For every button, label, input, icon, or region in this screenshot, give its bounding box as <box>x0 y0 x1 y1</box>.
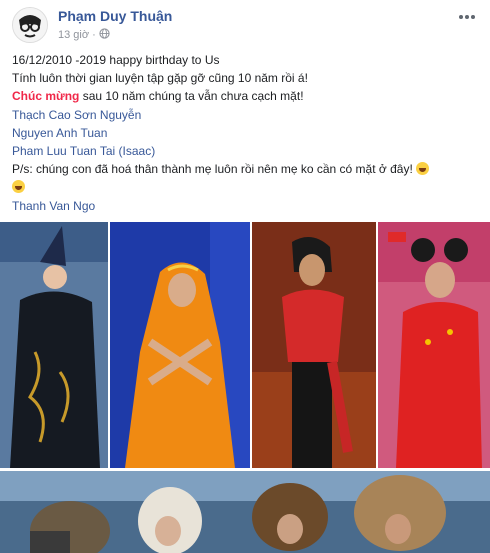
text-line: 16/12/2010 -2019 happy birthday to Us <box>12 53 220 67</box>
laughing-emoji-icon <box>12 180 25 194</box>
post-header: Phạm Duy Thuận 13 giờ · <box>12 7 478 43</box>
tagged-user[interactable]: Nguyen Anh Tuan <box>12 124 480 142</box>
photo-costume-wizard[interactable] <box>0 222 108 468</box>
meta-separator: · <box>92 29 96 41</box>
avatar[interactable] <box>12 7 48 43</box>
more-options-icon[interactable] <box>458 7 476 23</box>
text-fragment: sau 10 năm chúng ta vẫn chưa cạch mặt! <box>79 89 304 104</box>
photo-costume-mouse[interactable] <box>378 222 490 468</box>
globe-icon[interactable] <box>99 28 110 42</box>
text-line: Tính luôn thời gian luyện tập gặp gỡ cũn… <box>12 71 308 86</box>
post-meta: 13 giờ · <box>58 28 110 42</box>
photo-collage[interactable] <box>0 222 490 553</box>
text-line: Chúc mừng sau 10 năm chúng ta vẫn chưa c… <box>12 87 480 105</box>
highlight-phrase[interactable]: Chúc mừng <box>12 89 79 103</box>
author-name[interactable]: Phạm Duy Thuận <box>58 8 172 24</box>
photo-costume-red-shirt[interactable] <box>252 222 376 468</box>
laughing-emoji-icon <box>416 162 430 176</box>
post-time[interactable]: 13 giờ <box>58 29 89 41</box>
text-line: P/s: chúng con đã hoá thân thành mẹ luôn… <box>12 160 480 178</box>
text-line <box>12 178 480 196</box>
tagged-user[interactable]: Thanh Van Ngo <box>12 197 480 215</box>
post-text: 16/12/2010 -2019 happy birthday to Us Tí… <box>12 51 480 215</box>
photo-costume-orange-robe[interactable] <box>110 222 250 468</box>
ps-text: P/s: chúng con đã hoá thân thành mẹ luôn… <box>12 162 413 177</box>
photo-group-costumes[interactable] <box>0 471 490 553</box>
facebook-post: Phạm Duy Thuận 13 giờ · 16/12/2010 -2019… <box>0 0 490 553</box>
tagged-user[interactable]: Thạch Cao Sơn Nguyễn <box>12 106 480 124</box>
tagged-user[interactable]: Pham Luu Tuan Tai (Isaac) <box>12 142 480 160</box>
